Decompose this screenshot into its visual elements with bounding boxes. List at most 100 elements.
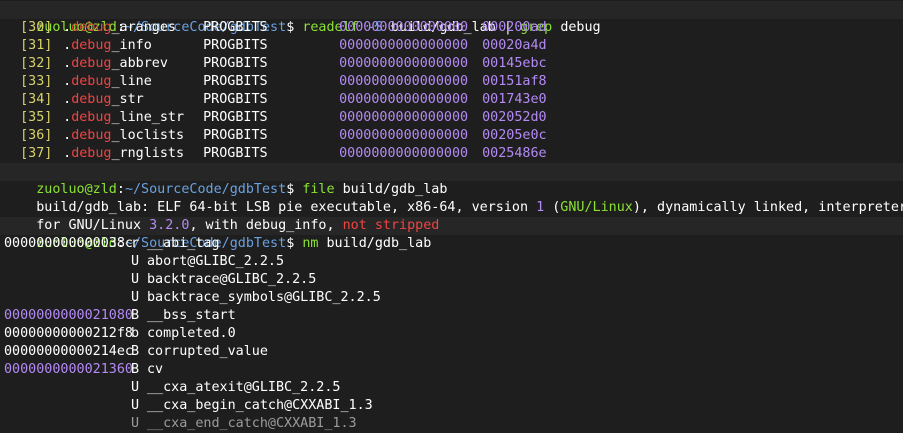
- section-address: 0000000000000000: [339, 38, 469, 53]
- prompt-path: ~/SourceCode/gdbTest: [124, 182, 287, 197]
- section-type: PROGBITS: [203, 92, 268, 107]
- section-offset: 00205e0c: [482, 128, 547, 143]
- section-name-dot: .: [63, 56, 72, 71]
- section-row: [30] .debug_aranges PROGBITS 00000000000000…: [4, 19, 903, 37]
- prompt-line-readelf: zuoluo@zld:~/SourceCode/gdbTest$ readelf…: [0, 1, 903, 35]
- section-row: [37] .debug_rnglists PROGBITS 0000000000000…: [4, 145, 903, 163]
- file-output-text: : ELF 64-bit LSB pie executable, x86-64,…: [141, 200, 537, 215]
- section-row: [35] .debug_line_str PROGBITS 0000000000000…: [4, 109, 903, 127]
- section-index: [35]: [20, 110, 53, 125]
- file-output-text: ), dynamically linked, interpreter /lib: [632, 200, 903, 215]
- nm-type: U: [131, 380, 140, 395]
- section-name: .debug_line: [63, 73, 203, 91]
- section-row: [34] .debug_str PROGBITS 0000000000000000 00…: [4, 91, 903, 109]
- nm-type: B: [131, 362, 140, 377]
- section-offset: 0025486e: [482, 146, 547, 161]
- section-address: 0000000000000000: [339, 20, 469, 35]
- file-output-not-stripped: not stripped: [342, 218, 440, 233]
- file-output-text: , with debug_info,: [189, 218, 343, 233]
- cmd-nm-arg: build/gdb_lab: [326, 236, 432, 251]
- prompt-dollar: $: [286, 182, 295, 197]
- section-type: PROGBITS: [203, 128, 268, 143]
- nm-symbol: __cxa_end_catch@CXXABI_1.3: [147, 416, 357, 431]
- section-name-dot: .: [63, 146, 72, 161]
- nm-row: U __cxa_atexit@GLIBC_2.2.5: [4, 379, 903, 397]
- section-row: [36] .debug_loclists PROGBITS 0000000000000…: [4, 127, 903, 145]
- section-name: .debug_str: [63, 91, 203, 109]
- section-type: PROGBITS: [203, 20, 268, 35]
- section-type: PROGBITS: [203, 74, 268, 89]
- section-type: PROGBITS: [203, 110, 268, 125]
- section-name: .debug_aranges: [63, 19, 203, 37]
- section-name-match: debug: [71, 74, 112, 89]
- section-address: 0000000000000000: [339, 128, 469, 143]
- section-index: [30]: [20, 20, 53, 35]
- section-offset: 00145ebc: [482, 56, 547, 71]
- nm-row: Ubacktrace@GLIBC_2.2.5: [4, 271, 903, 289]
- section-offset: 001743e0: [482, 92, 547, 107]
- section-index: [37]: [20, 146, 53, 161]
- section-name-match: debug: [71, 110, 112, 125]
- section-name-match: debug: [71, 20, 112, 35]
- nm-address: 00000000000212f8: [4, 326, 133, 341]
- nm-address: 0000000000021080: [4, 308, 133, 323]
- prompt-user-host: zuoluo@zld: [36, 182, 117, 197]
- file-output-text: for GNU/Linux: [36, 218, 150, 233]
- section-name: .debug_abbrev: [63, 55, 203, 73]
- file-output-gnu: GNU/Linux: [560, 200, 633, 215]
- section-name-dot: .: [63, 110, 72, 125]
- nm-symbol: backtrace@GLIBC_2.2.5: [147, 272, 317, 287]
- section-index: [31]: [20, 38, 53, 53]
- nm-type: B: [131, 308, 140, 323]
- section-name-match: debug: [71, 128, 112, 143]
- nm-row: 00000000000214ecB corrupted_value: [4, 343, 903, 361]
- section-address: 0000000000000000: [339, 110, 469, 125]
- section-address: 0000000000000000: [339, 146, 469, 161]
- nm-address: 000000000000038c: [4, 236, 133, 251]
- section-name-dot: .: [63, 128, 72, 143]
- section-index: [36]: [20, 128, 53, 143]
- nm-row: 00000000000212f8b completed.0: [4, 325, 903, 343]
- section-name: .debug_info: [63, 37, 203, 55]
- cmd-grep-arg: debug: [560, 20, 601, 35]
- section-name: .debug_rnglists: [63, 145, 203, 163]
- nm-output: 000000000000038cr __abi_tag Uabort@GLIBC_2…: [4, 235, 903, 433]
- file-output-version-num: 1: [536, 200, 545, 215]
- nm-row: 0000000000021360B cv: [4, 361, 903, 379]
- prompt-sep: :: [116, 182, 125, 197]
- cmd-nm: nm: [302, 236, 319, 251]
- section-name-rest: _aranges: [111, 20, 177, 35]
- nm-row: Uabort@GLIBC_2.2.5: [4, 253, 903, 271]
- nm-symbol: completed.0: [147, 326, 236, 341]
- nm-type: B: [131, 344, 140, 359]
- section-address: 0000000000000000: [339, 92, 469, 107]
- section-name: .debug_loclists: [63, 127, 203, 145]
- nm-type: U: [131, 416, 140, 431]
- nm-row: Ubacktrace_symbols@GLIBC_2.2.5: [4, 289, 903, 307]
- section-name-dot: .: [63, 38, 72, 53]
- section-name-rest: _loclists: [111, 128, 185, 143]
- section-name-rest: _str: [111, 92, 144, 107]
- nm-address: 00000000000214ec: [4, 344, 133, 359]
- nm-symbol: abort@GLIBC_2.2.5: [147, 254, 285, 269]
- section-offset: 00020a4d: [482, 38, 547, 53]
- terminal-window[interactable]: zuoluo@zld:~/SourceCode/gdbTest$ readelf…: [0, 0, 903, 433]
- nm-symbol: __bss_start: [147, 308, 236, 323]
- section-name-match: debug: [71, 56, 112, 71]
- nm-type: r: [131, 236, 140, 251]
- nm-type: U: [131, 254, 140, 269]
- nm-symbol: __abi_tag: [147, 236, 220, 251]
- section-offset: 000200ad: [482, 20, 547, 35]
- section-address: 0000000000000000: [339, 56, 469, 71]
- section-name-match: debug: [71, 146, 112, 161]
- section-row: [31] .debug_info PROGBITS 0000000000000000 0…: [4, 37, 903, 55]
- section-index: [33]: [20, 74, 53, 89]
- nm-type: b: [131, 326, 140, 341]
- section-offset: 00151af8: [482, 74, 547, 89]
- nm-type: U: [131, 398, 140, 413]
- nm-symbol: corrupted_value: [147, 344, 268, 359]
- nm-row: 000000000000038cr __abi_tag: [4, 235, 903, 253]
- cmd-file: file: [302, 182, 335, 197]
- nm-symbol: backtrace_symbols@GLIBC_2.2.5: [147, 290, 381, 305]
- nm-type: U: [131, 272, 140, 287]
